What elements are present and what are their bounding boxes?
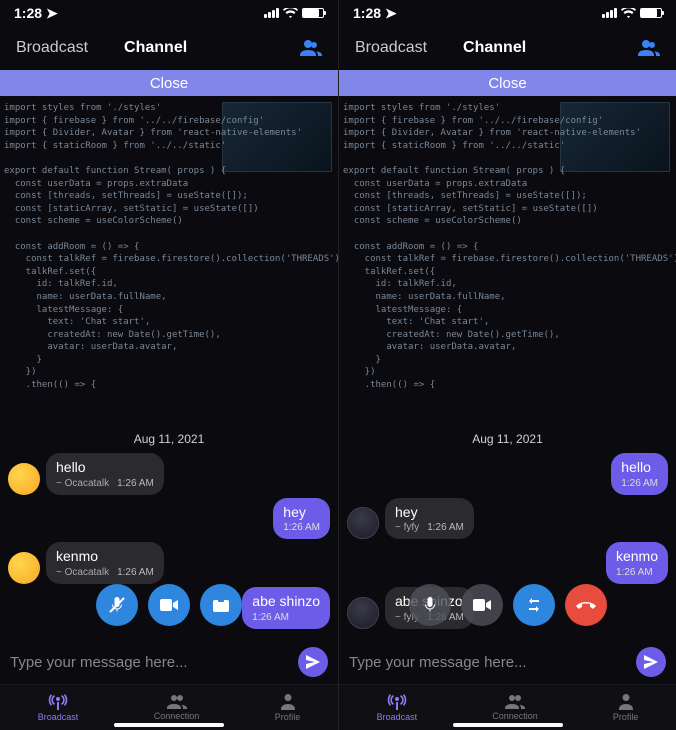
call-controls — [339, 578, 676, 632]
date-label: Aug 11, 2021 — [8, 432, 330, 446]
tab-profile-bottom[interactable]: Profile — [275, 694, 301, 722]
input-bar: Type your message here... — [339, 640, 676, 684]
message-from: ~ Ocacatalk — [56, 567, 109, 578]
mute-button[interactable] — [409, 584, 451, 626]
message-text: hey — [395, 504, 464, 521]
header: Broadcast Channel — [339, 26, 676, 70]
tab-channel[interactable]: Channel — [463, 39, 526, 57]
header: Broadcast Channel — [0, 26, 338, 70]
call-controls — [0, 578, 338, 632]
phone-left: 1:28➤ Broadcast Channel Close import sty… — [0, 0, 338, 730]
tab-broadcast-bottom[interactable]: Broadcast — [377, 694, 418, 722]
message-row: hey1:26 AM — [8, 498, 330, 540]
message-text: hello — [621, 459, 658, 476]
close-bar[interactable]: Close — [339, 70, 676, 96]
status-bar: 1:28➤ — [0, 0, 338, 26]
message-time: 1:26 AM — [616, 567, 653, 578]
message-text: kenmo — [56, 548, 154, 565]
signal-icon — [602, 8, 617, 18]
message-from: ~ fyfy — [395, 522, 419, 533]
chat-area: Aug 11, 2021 hello~ Ocacatalk1:26 AMhey1… — [0, 96, 338, 640]
send-button[interactable] — [636, 647, 666, 677]
message-time: 1:26 AM — [427, 522, 464, 533]
mute-button[interactable] — [96, 584, 138, 626]
status-bar: 1:28➤ — [339, 0, 676, 26]
message-input[interactable]: Type your message here... — [349, 654, 628, 671]
wifi-icon — [283, 8, 298, 19]
message-bubble[interactable]: hey~ fyfy 1:26 AM — [385, 498, 474, 540]
tab-profile-bottom[interactable]: Profile — [613, 694, 639, 722]
tab-broadcast-bottom[interactable]: Broadcast — [38, 694, 79, 722]
wifi-icon — [621, 8, 636, 19]
signal-icon — [264, 8, 279, 18]
switch-button[interactable] — [513, 584, 555, 626]
message-row: hello 1:26 AM — [347, 453, 668, 495]
status-indicators — [264, 8, 324, 19]
input-bar: Type your message here... — [0, 640, 338, 684]
close-bar[interactable]: Close — [0, 70, 338, 96]
battery-icon — [640, 8, 662, 18]
message-row: hey~ fyfy 1:26 AM — [347, 498, 668, 540]
location-icon: ➤ — [385, 5, 397, 22]
message-bubble[interactable]: hey1:26 AM — [273, 498, 330, 540]
home-indicator[interactable] — [114, 723, 224, 727]
message-time: 1:26 AM — [117, 567, 154, 578]
date-label: Aug 11, 2021 — [347, 432, 668, 446]
status-time: 1:28 — [14, 5, 42, 21]
avatar[interactable] — [347, 507, 379, 539]
people-icon[interactable] — [638, 40, 660, 56]
avatar[interactable] — [8, 463, 40, 495]
message-time: 1:26 AM — [621, 478, 658, 489]
message-text: hey — [283, 504, 320, 521]
share-button[interactable] — [200, 584, 242, 626]
video-button[interactable] — [461, 584, 503, 626]
send-button[interactable] — [298, 647, 328, 677]
hangup-button[interactable] — [565, 584, 607, 626]
message-text: hello — [56, 459, 154, 476]
message-from: ~ Ocacatalk — [56, 478, 109, 489]
message-time: 1:26 AM — [283, 522, 320, 533]
message-time: 1:26 AM — [117, 478, 154, 489]
battery-icon — [302, 8, 324, 18]
tab-connection-bottom[interactable]: Connection — [154, 695, 200, 721]
message-bubble[interactable]: hello 1:26 AM — [611, 453, 668, 495]
tab-connection-bottom[interactable]: Connection — [492, 695, 538, 721]
location-icon: ➤ — [46, 5, 58, 22]
people-icon[interactable] — [300, 40, 322, 56]
tab-broadcast[interactable]: Broadcast — [355, 39, 427, 57]
message-input[interactable]: Type your message here... — [10, 654, 290, 671]
tab-broadcast[interactable]: Broadcast — [16, 39, 88, 57]
message-row: hello ~ Ocacatalk 1:26 AM — [8, 453, 330, 495]
status-time: 1:28 — [353, 5, 381, 21]
phone-right: 1:28➤ Broadcast Channel Close import sty… — [338, 0, 676, 730]
chat-area: Aug 11, 2021 hello1:26 AMhey~ fyfy1:26 A… — [339, 96, 676, 640]
tab-channel[interactable]: Channel — [124, 39, 187, 57]
video-button[interactable] — [148, 584, 190, 626]
message-bubble[interactable]: hello ~ Ocacatalk 1:26 AM — [46, 453, 164, 495]
status-indicators — [602, 8, 662, 19]
message-text: kenmo — [616, 548, 658, 565]
home-indicator[interactable] — [453, 723, 563, 727]
